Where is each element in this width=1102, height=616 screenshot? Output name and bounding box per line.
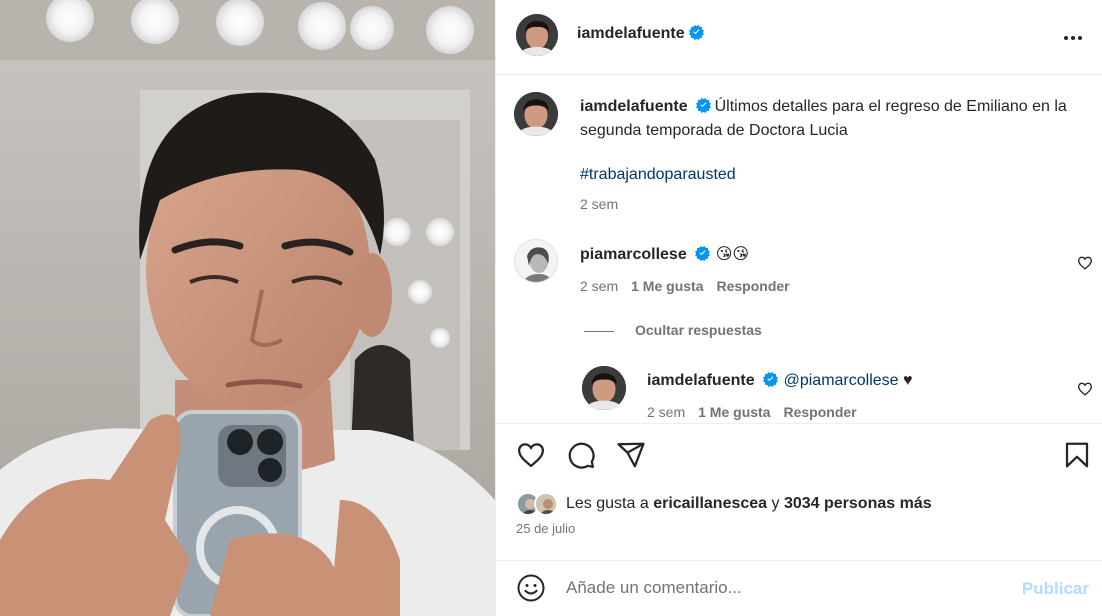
emoji-icon[interactable] <box>516 573 546 603</box>
likes-summary[interactable]: Les gusta a ericaillanescea y 3034 perso… <box>516 492 932 516</box>
post-header: iamdelafuente <box>496 0 1102 75</box>
replies-divider <box>584 331 614 332</box>
comment-likes[interactable]: 1 Me gusta <box>631 278 703 294</box>
liker-avatars <box>516 492 562 516</box>
verified-icon <box>762 372 778 387</box>
comment-body: piamarcollese 😘😘 <box>580 243 749 267</box>
author-avatar[interactable] <box>516 14 558 56</box>
likes-connector: y <box>771 495 780 512</box>
caption-time: 2 sem <box>580 196 631 212</box>
add-comment-bar: Publicar <box>496 560 1102 616</box>
likes-user[interactable]: ericaillanescea <box>653 495 767 513</box>
likes-others[interactable]: 3034 personas más <box>784 495 932 513</box>
likes-prefix: Les gusta a <box>566 495 649 512</box>
reply-mention[interactable]: @piamarcollese <box>784 372 899 389</box>
share-icon[interactable] <box>616 440 646 470</box>
reply-text: ♥ <box>903 372 913 389</box>
author-username[interactable]: iamdelafuente <box>577 25 685 42</box>
comment-reply-button[interactable]: Responder <box>716 278 789 294</box>
liker-avatar <box>534 492 558 516</box>
verified-icon <box>695 98 711 113</box>
caption-username[interactable]: iamdelafuente <box>580 98 688 115</box>
caption-hashtag[interactable]: #trabajandoparausted <box>580 163 736 187</box>
caption-avatar[interactable] <box>514 92 558 136</box>
caption-timestamp[interactable]: 2 sem <box>580 196 618 212</box>
bookmark-icon[interactable] <box>1062 440 1092 470</box>
reply-meta: 2 sem 1 Me gusta Responder <box>647 404 870 420</box>
post-caption: iamdelafuente Últimos detalles para el re… <box>580 95 1080 143</box>
post-actions: Les gusta a ericaillanescea y 3034 perso… <box>496 423 1102 536</box>
post-photo[interactable] <box>0 0 495 616</box>
comment-time[interactable]: 2 sem <box>580 278 618 294</box>
more-options-icon[interactable] <box>1061 26 1085 50</box>
commenter-username[interactable]: piamarcollese <box>580 246 687 263</box>
like-comment-heart-icon[interactable] <box>1077 255 1093 271</box>
post-date[interactable]: 25 de julio <box>516 521 575 536</box>
comment-input[interactable] <box>566 575 1006 601</box>
commenter-avatar[interactable] <box>514 239 558 283</box>
reply-username[interactable]: iamdelafuente <box>647 372 755 389</box>
comment-meta: 2 sem 1 Me gusta Responder <box>580 278 803 294</box>
reply-reply-button[interactable]: Responder <box>783 404 856 420</box>
post-panel: iamdelafuente iamdelafuente Últimos detal… <box>495 0 1102 616</box>
comments-section[interactable]: iamdelafuente Últimos detalles para el re… <box>496 75 1102 423</box>
selfie-image <box>0 0 495 616</box>
reply-avatar[interactable] <box>582 366 626 410</box>
verified-icon <box>688 25 704 40</box>
comment-icon[interactable] <box>566 440 596 470</box>
verified-icon <box>694 246 710 261</box>
reply-body: iamdelafuente @piamarcollese ♥ <box>647 369 913 393</box>
like-heart-icon[interactable] <box>516 440 546 470</box>
reply-likes[interactable]: 1 Me gusta <box>698 404 770 420</box>
reply-time[interactable]: 2 sem <box>647 404 685 420</box>
like-reply-heart-icon[interactable] <box>1077 381 1093 397</box>
hide-replies-button[interactable]: Ocultar respuestas <box>635 322 762 338</box>
publish-button[interactable]: Publicar <box>1022 579 1089 599</box>
comment-text: 😘😘 <box>715 246 750 263</box>
